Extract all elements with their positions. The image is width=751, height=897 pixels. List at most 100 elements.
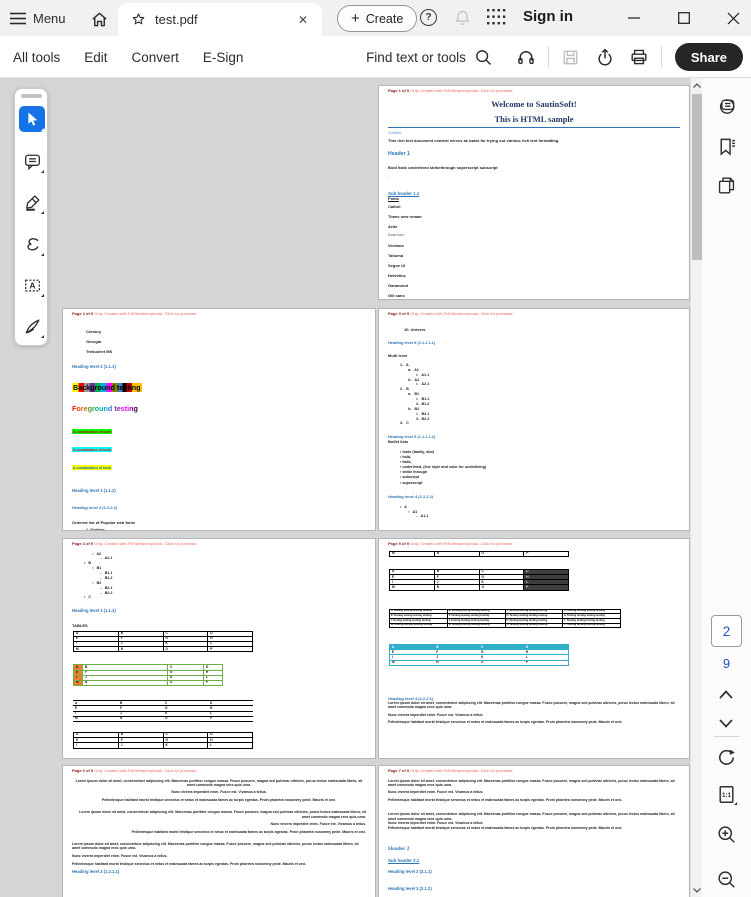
doc-title-line2: This is HTML sample [494,113,574,124]
scrollbar-thumb[interactable] [692,94,702,260]
rail-divider [714,736,739,737]
font-name: Georgia [86,338,102,344]
add-text-tool-button[interactable]: A [19,272,45,298]
comment-tool-button[interactable] [19,148,45,174]
list-item: - A1.1 [400,514,429,519]
find-text-or-tools-button[interactable]: Find text or tools [366,48,493,67]
page-number-input[interactable] [711,615,742,647]
comments-panel-button[interactable] [715,96,737,118]
vertical-scrollbar[interactable] [690,78,702,897]
table-row: IJKL [73,742,253,749]
app-launcher-grid-icon[interactable] [487,9,506,31]
tab-close-button[interactable]: ✕ [294,11,312,29]
pdf-page-5[interactable]: Page 5 of 9 Only. Created with Pdf.Metam… [378,538,690,759]
list-item: superscript [400,481,680,486]
table-cell: O [478,584,525,591]
highlight-tool-button[interactable] [19,189,45,215]
zoom-in-button[interactable] [715,823,737,845]
select-tool-button[interactable] [19,106,45,132]
pdf-page-4[interactable]: Page 4 of 9 Only. Created with Pdf.Metam… [62,538,376,759]
doc-heading4: Heading level 4 (1.1.2.1) [72,504,118,510]
trial-watermark[interactable]: Page 3 of 9 Only. Created with Pdf.Metam… [388,311,680,317]
table-cell: K [162,742,209,749]
trial-watermark[interactable]: Page 2 of 9 Only. Created with Pdf.Metam… [72,311,366,317]
draw-tool-button[interactable] [19,231,45,257]
title-underline [388,126,680,128]
hamburger-icon [10,12,26,24]
pdf-page-6[interactable]: Page 6 of 9 Only. Created with Pdf.Metam… [62,765,376,897]
page-thumbnails-panel-button[interactable] [715,174,737,196]
document-viewer: A Page 1 of 9 Only. Created with Pdf.Met… [0,78,751,897]
lorem-paragraph: Lorem ipsum dolor sit amet, consectetuer… [388,778,675,787]
doc-formats-line: Bold italic underlined strikethrough sup… [388,164,498,170]
doc-subtitle: Subtitle [388,129,402,135]
table-cell: N [118,715,163,722]
previous-page-button[interactable] [715,683,737,705]
bookmarks-panel-button[interactable] [715,135,737,157]
toolbar-divider [660,46,662,68]
doc-table-row-continuation: MNOP [389,550,569,557]
toolbar-menu-item[interactable]: Convert [132,50,179,65]
trial-watermark[interactable]: Page 7 of 9 Only. Created with Pdf.Metam… [388,768,680,774]
pdf-page-3[interactable]: Page 3 of 9 Only. Created with Pdf.Metam… [378,308,690,531]
rotate-page-button[interactable] [715,746,737,768]
titlebar: Menu test.pdf ✕ + Create ? Sign in [0,0,751,36]
table-cell: P [523,660,569,666]
chevron-up-icon [719,689,733,699]
document-tab[interactable]: test.pdf ✕ [118,3,322,36]
trial-watermark[interactable]: Page 1 of 9 Only. Created with Pdf.Metam… [388,88,680,94]
read-aloud-headphones-icon[interactable] [509,42,543,72]
help-button[interactable]: ? [420,9,437,26]
notifications-bell-icon[interactable] [453,8,472,33]
sign-in-button[interactable]: Sign in [523,8,573,25]
background-testing-text: Background testing [72,382,142,392]
pdf-page-7[interactable]: Page 7 of 9 Only. Created with Pdf.Metam… [378,765,690,897]
share-button[interactable]: Share [674,43,743,71]
page-display-size-button[interactable]: 1:1 [715,783,737,805]
table-cell: P [208,715,253,722]
doc-table-colored: ABCDEFGHIJKLMNOP [73,664,223,687]
total-pages-label: 9 [722,656,731,671]
toolbar-menu-item[interactable]: E-Sign [203,50,244,65]
zoom-out-icon [717,870,735,888]
doc-dot: . [388,173,390,179]
trial-watermark[interactable]: Page 4 of 9 Only. Created with Pdf.Metam… [72,541,366,547]
toolbar: All tools Edit Convert E-Sign Find text or … [0,36,751,78]
table-cell: M [389,584,435,591]
font-name: Helvetica [388,273,406,279]
star-icon[interactable] [131,12,146,27]
pdf-page-2[interactable]: Page 2 of 9 Only. Created with Pdf.Metam… [62,308,376,531]
list-item: 3. C [400,421,409,426]
table-row: MNOP [389,550,569,557]
menu-label: Menu [33,10,66,26]
window-minimize-button[interactable] [618,0,650,36]
print-icon[interactable] [622,42,656,72]
doc-font-list: Century Georgia Trebuchet MS [86,329,366,354]
doc-heading3: Heading level 3 (1.1.2) [72,487,116,493]
lorem-paragraph: Pellentesque habitant morbi tristique se… [388,720,623,725]
share-upload-icon[interactable] [588,42,622,72]
pdf-page-1[interactable]: Page 1 of 9 Only. Created with Pdf.Metam… [378,85,690,300]
plus-icon: + [351,10,360,27]
trial-watermark[interactable]: Page 5 of 9 Only. Created with Pdf.Metam… [388,541,680,547]
pages-copy-icon [718,176,734,194]
window-close-button[interactable] [717,0,749,36]
next-page-button[interactable] [715,712,737,734]
toolbar-menu-item[interactable]: Edit [84,50,107,65]
table-cell: M [389,660,435,666]
palette-drag-handle[interactable] [21,94,42,98]
trial-watermark[interactable]: Page 6 of 9 Only. Created with Pdf.Metam… [72,768,366,774]
window-maximize-button[interactable] [668,0,700,36]
doc-heading4: Heading level 4 (1.1.2.2) [388,493,434,499]
create-button[interactable]: + Create [337,5,418,32]
home-button[interactable] [88,8,110,30]
chevron-down-icon [719,718,733,728]
toolbar-menu-item[interactable]: All tools [13,50,60,65]
fill-sign-tool-button[interactable] [19,313,45,339]
table-row: MNOP [73,646,253,653]
list-item: Gotham [90,527,105,531]
table-row: MNOP [389,660,569,666]
zoom-out-button[interactable] [715,868,737,890]
table-cell: N [82,679,168,687]
menu-button[interactable]: Menu [10,0,66,36]
